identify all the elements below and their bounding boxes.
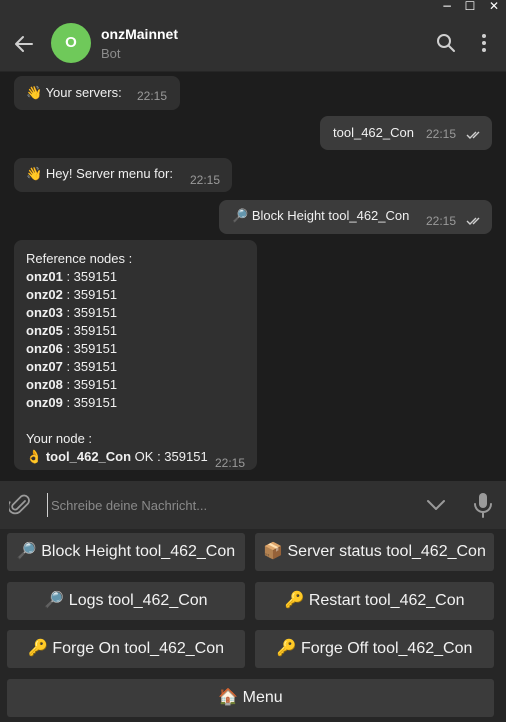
more-options-icon[interactable] [473, 32, 495, 54]
message-incoming: 👋 Hey! Server menu for: 22:15 [14, 158, 232, 192]
node-line: onz03 : 359151 [26, 305, 118, 320]
maximize-button[interactable]: ☐ [460, 0, 480, 13]
node-line: onz05 : 359151 [26, 323, 118, 338]
magnifier-icon: 🔎 [232, 208, 249, 223]
message-text: 👋 Hey! Server menu for: [26, 166, 173, 181]
wave-icon: 👋 [26, 85, 43, 100]
message-time: 22:15 [190, 173, 221, 187]
chat-header: O onzMainnet Bot [0, 14, 506, 72]
message-list[interactable]: 👋 Your servers: 22:15 tool_462_Con 22:15… [0, 72, 506, 481]
node-line: onz07 : 359151 [26, 359, 118, 374]
keyboard-button-block-height[interactable]: 🔎 Block Height tool_462_Con [7, 533, 245, 571]
message-input[interactable] [47, 493, 407, 517]
message-time: 22:15 [215, 456, 246, 470]
close-button[interactable]: ✕ [484, 0, 504, 13]
read-checkmarks-icon [466, 131, 480, 139]
chevron-down-icon[interactable] [426, 498, 446, 512]
message-time: 22:15 [426, 214, 457, 228]
keyboard-button-restart[interactable]: 🔑 Restart tool_462_Con [255, 582, 494, 620]
node-line: onz08 : 359151 [26, 377, 118, 392]
microphone-icon[interactable] [473, 492, 493, 518]
message-time: 22:15 [137, 89, 168, 103]
wave-icon: 👋 [26, 166, 43, 181]
attach-icon[interactable] [9, 493, 31, 517]
report-heading: Reference nodes : [26, 251, 133, 266]
keyboard-button-server-status[interactable]: 📦 Server status tool_462_Con [255, 533, 494, 571]
keyboard-button-forge-off[interactable]: 🔑 Forge Off tool_462_Con [255, 630, 494, 668]
window-title-bar: − ☐ ✕ [0, 0, 506, 14]
compose-bar [0, 481, 506, 529]
message-incoming: 👋 Your servers: 22:15 [14, 76, 180, 110]
chat-subtitle: Bot [101, 46, 121, 61]
message-text: 🔎 Block Height tool_462_Con [232, 208, 410, 223]
message-outgoing: 🔎 Block Height tool_462_Con 22:15 [219, 200, 492, 234]
back-arrow-icon[interactable] [12, 32, 36, 56]
keyboard-button-forge-on[interactable]: 🔑 Forge On tool_462_Con [7, 630, 245, 668]
message-text: 👋 Your servers: [26, 85, 122, 100]
chat-title[interactable]: onzMainnet [101, 26, 178, 42]
your-node-label: Your node : [26, 431, 93, 446]
search-icon[interactable] [435, 32, 457, 54]
message-report: Reference nodes : onz01 : 359151 onz02 :… [14, 240, 257, 470]
node-line: onz02 : 359151 [26, 287, 118, 302]
report-text: Reference nodes : onz01 : 359151 onz02 :… [26, 250, 208, 466]
keyboard-button-logs[interactable]: 🔎 Logs tool_462_Con [7, 582, 245, 620]
node-line: onz09 : 359151 [26, 395, 118, 410]
minimize-button[interactable]: − [437, 0, 457, 13]
read-checkmarks-icon [466, 217, 480, 225]
message-outgoing: tool_462_Con 22:15 [320, 116, 492, 150]
bot-keyboard: 🔎 Block Height tool_462_Con 📦 Server sta… [0, 529, 506, 722]
message-time: 22:15 [426, 127, 457, 141]
node-line: onz06 : 359151 [26, 341, 118, 356]
node-line: onz01 : 359151 [26, 269, 118, 284]
ok-hand-icon: 👌 [26, 449, 43, 464]
message-text: tool_462_Con [333, 125, 414, 140]
avatar[interactable]: O [51, 23, 91, 63]
your-node-line: 👌 tool_462_Con OK : 359151 [26, 449, 208, 464]
keyboard-button-menu[interactable]: 🏠 Menu [7, 679, 494, 717]
